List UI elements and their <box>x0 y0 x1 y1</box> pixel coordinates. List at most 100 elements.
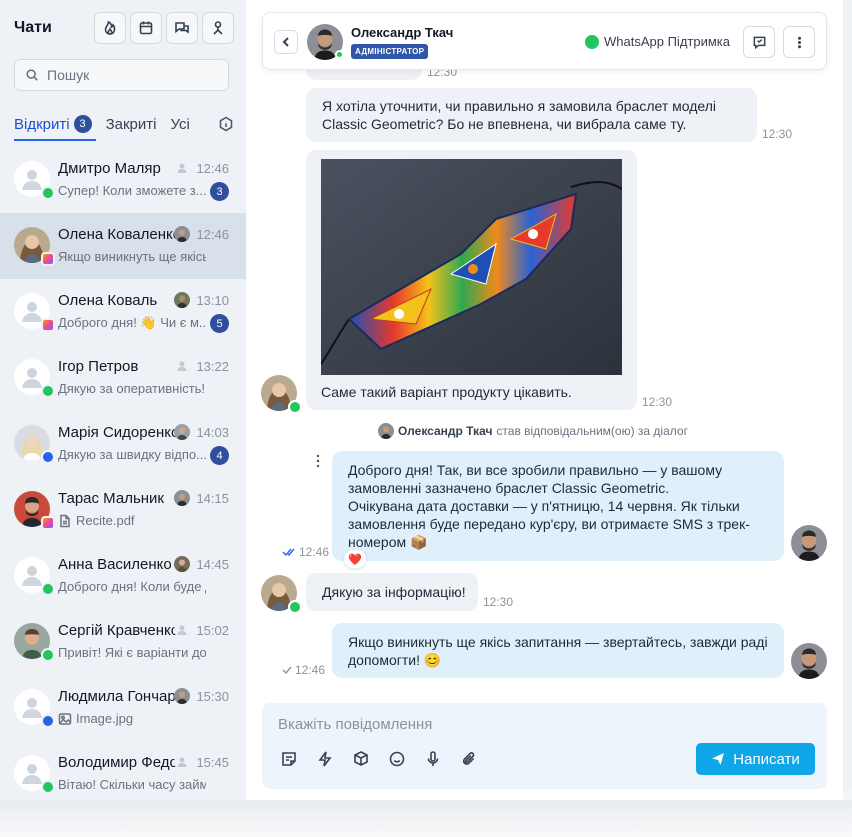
back-button[interactable] <box>274 30 298 54</box>
messenger-icon <box>41 450 55 464</box>
chat-list-item[interactable]: Анна Василенко 14:45 Доброго дня! Коли б… <box>0 543 246 609</box>
message-time: 12:30 <box>642 395 673 409</box>
whatsapp-icon <box>41 648 55 662</box>
lightning-icon <box>318 751 332 767</box>
chat-list-item[interactable]: Тарас Мальник 14:15 Recite.pdf <box>0 477 246 543</box>
agent-name: Олександр Ткач <box>351 25 454 40</box>
chat-time: 13:22 <box>196 359 229 374</box>
composer-toolbar <box>280 750 478 768</box>
unassigned-agent-icon <box>174 160 190 176</box>
chat-name: Дмитро Маляр <box>58 160 161 177</box>
message-options-icon[interactable] <box>314 453 322 469</box>
whatsapp-icon <box>288 400 302 414</box>
chat-preview: Дякую за швидку відпо... <box>58 447 206 462</box>
agent-avatar <box>174 292 190 308</box>
tab-open[interactable]: Відкриті 3 <box>14 112 92 136</box>
chat-preview: Супер! Коли зможете з... <box>58 183 206 198</box>
whatsapp-icon <box>41 384 55 398</box>
chat-list-item[interactable]: Ігор Петров 13:22 Дякую за оперативність… <box>0 345 246 411</box>
product-button[interactable] <box>352 750 370 768</box>
search-icon <box>26 69 38 81</box>
chat-preview: Доброго дня! Коли буде до... <box>58 579 206 594</box>
chat-list-item[interactable]: Володимир Федоренко 15:45 Вітаю! Скільки… <box>0 741 246 807</box>
sidebar-title: Чати <box>14 19 52 36</box>
template-button[interactable] <box>280 750 298 768</box>
emoji-button[interactable] <box>388 750 406 768</box>
agent-photo <box>791 643 827 679</box>
tab-open-label: Відкриті <box>14 115 70 133</box>
message-bubble-incoming: Дякую за інформацію! <box>306 573 478 611</box>
chat-sidebar: Чати Відкриті 3 Закриті Усі <box>0 0 246 800</box>
chat-preview: Якщо виникнуть ще якісь з... <box>58 249 206 264</box>
chat-list-item[interactable]: Сергій Кравченко 15:02 Привіт! Які є вар… <box>0 609 246 675</box>
chat-time: 14:03 <box>196 425 229 440</box>
chat-name: Ігор Петров <box>58 358 139 375</box>
avatar <box>14 557 55 596</box>
chat-list-item[interactable]: Дмитро Маляр 12:46 Супер! Коли зможете з… <box>0 147 246 213</box>
message-input[interactable] <box>278 713 798 735</box>
chat-preview: Image.jpg <box>76 711 134 726</box>
chat-list-item[interactable]: Марія Сидоренко 14:03 Дякую за швидку ві… <box>0 411 246 477</box>
chat-preview: Recite.pdf <box>76 513 135 528</box>
conversations-button[interactable] <box>166 12 198 44</box>
agent-avatar <box>174 226 190 242</box>
chat-preview-attachment: Recite.pdf <box>58 513 206 528</box>
chevron-left-icon <box>282 37 289 47</box>
message-reaction[interactable]: ❤️ <box>344 550 366 568</box>
message-time-status: 12:46 <box>282 663 325 677</box>
chat-list-item[interactable]: Людмила Гончарук 15:30 Image.jpg <box>0 675 246 741</box>
chat-time: 14:45 <box>196 557 229 572</box>
avatar <box>14 161 55 200</box>
system-event-actor: Олександр Ткач <box>398 424 493 438</box>
voice-button[interactable] <box>424 750 442 768</box>
whatsapp-icon <box>41 582 55 596</box>
search-box[interactable] <box>14 59 229 91</box>
instagram-icon <box>41 252 55 266</box>
instagram-icon <box>41 516 55 530</box>
calendar-button[interactable] <box>130 12 162 44</box>
chat-list-item[interactable]: Олена Коваленко 12:46 Якщо виникнуть ще … <box>0 213 246 279</box>
image-icon <box>58 712 72 725</box>
message-bubble-incoming: Я хотіла уточнити, чи правильно я замови… <box>306 88 757 142</box>
sidebar-header: Чати <box>14 12 234 44</box>
quick-reply-button[interactable] <box>316 750 334 768</box>
chat-name: Тарас Мальник <box>58 490 164 507</box>
message-composer: Написати <box>262 703 827 789</box>
assign-user-button[interactable] <box>202 12 234 44</box>
online-status-indicator <box>335 50 344 59</box>
fire-filter-button[interactable] <box>94 12 126 44</box>
chat-name: Марія Сидоренко <box>58 424 176 441</box>
right-panel-edge <box>843 0 852 790</box>
avatar <box>14 491 55 530</box>
tab-open-count: 3 <box>73 115 92 133</box>
chat-time: 15:45 <box>196 755 229 770</box>
tab-all[interactable]: Усі <box>170 112 189 136</box>
send-button[interactable]: Написати <box>696 743 815 775</box>
chat-name: Анна Василенко <box>58 556 172 573</box>
chat-list-item[interactable]: Олена Коваль 13:10 Доброго дня! 👋 Чи є м… <box>0 279 246 345</box>
info-hexagon-icon <box>219 116 233 132</box>
search-input[interactable] <box>47 67 217 83</box>
sidebar-actions <box>94 12 234 44</box>
message-time-status: 12:46 <box>282 545 329 559</box>
customer-avatar <box>261 375 302 414</box>
product-bracelet-image[interactable] <box>321 159 622 375</box>
messenger-icon <box>41 714 55 728</box>
note-icon <box>282 752 296 766</box>
agent-avatar <box>791 643 827 679</box>
more-options-button[interactable] <box>783 26 815 58</box>
unread-badge: 4 <box>210 446 229 465</box>
attach-button[interactable] <box>460 750 478 768</box>
system-event: Олександр Ткач став відповідальним(ою) з… <box>378 423 688 439</box>
chat-name: Володимир Федоренко <box>58 754 176 771</box>
tabs-info-button[interactable] <box>218 116 234 132</box>
comment-button[interactable] <box>743 26 775 58</box>
conversation-panel: Олександр Ткач АДМІНІСТРАТОР WhatsApp Пі… <box>246 0 843 800</box>
chat-tabs: Відкриті 3 Закриті Усі <box>14 112 234 142</box>
tab-closed[interactable]: Закриті <box>106 112 157 136</box>
chat-name: Олена Коваленко <box>58 226 176 243</box>
chat-time: 12:46 <box>196 227 229 242</box>
agent-avatar <box>307 24 344 60</box>
unread-badge: 3 <box>210 182 229 201</box>
smile-icon <box>389 751 405 767</box>
